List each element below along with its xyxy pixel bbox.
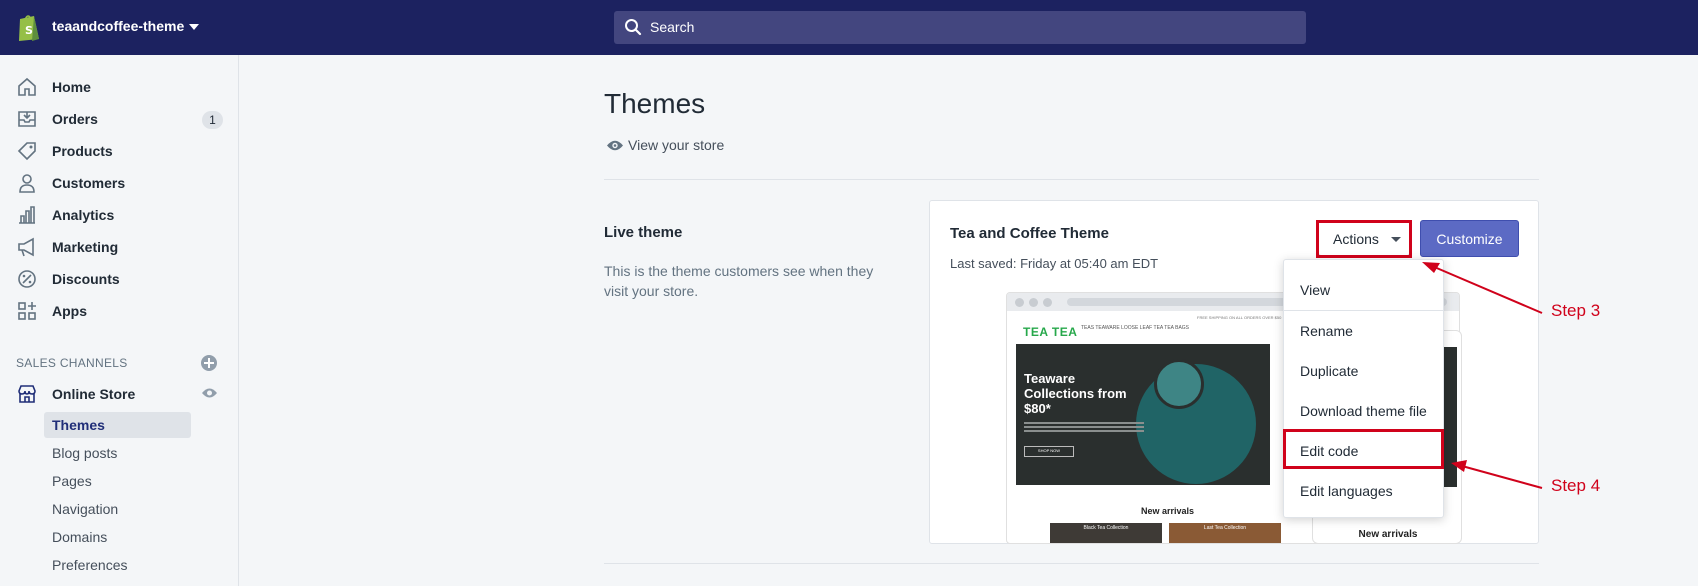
menu-item-label: Edit languages bbox=[1300, 483, 1393, 499]
sidebar-subitem-label: Navigation bbox=[52, 501, 119, 517]
tag-icon bbox=[17, 142, 36, 161]
chevron-down-icon[interactable] bbox=[189, 24, 199, 30]
sales-channels-title: SALES CHANNELS bbox=[16, 356, 128, 370]
page-title: Themes bbox=[604, 88, 706, 119]
menu-item-label: Download theme file bbox=[1300, 403, 1427, 419]
preview-thumb: Last Tea Collection bbox=[1169, 523, 1281, 543]
store-icon bbox=[18, 385, 36, 403]
sidebar-subitem-label: Preferences bbox=[52, 557, 128, 573]
step3-label: Step 3 bbox=[1551, 301, 1601, 320]
hero-title: Teaware Collections from $80* bbox=[1024, 371, 1127, 416]
menu-item-label: View bbox=[1300, 282, 1331, 298]
actions-dropdown: View Rename Duplicate Download theme fil… bbox=[1283, 259, 1444, 518]
menu-item-edit-languages[interactable]: Edit languages bbox=[1284, 471, 1443, 511]
theme-name: Tea and Coffee Theme bbox=[950, 225, 1109, 242]
sidebar-subitem-label: Themes bbox=[52, 417, 105, 433]
divider bbox=[604, 179, 1539, 180]
sidebar-item-home[interactable]: Home bbox=[0, 71, 239, 103]
theme-last-saved: Last saved: Friday at 05:40 am EDT bbox=[950, 256, 1159, 271]
hero-button: SHOP NOW bbox=[1024, 446, 1074, 457]
sidebar-item-label: Customers bbox=[52, 175, 126, 191]
search-icon bbox=[625, 19, 642, 36]
sidebar-item-label: Home bbox=[52, 79, 91, 95]
sidebar-subitem-navigation[interactable]: Navigation bbox=[44, 496, 191, 522]
sidebar-item-apps[interactable]: Apps bbox=[0, 295, 239, 327]
sidebar-item-label: Orders bbox=[52, 111, 98, 127]
customize-button[interactable]: Customize bbox=[1420, 220, 1519, 257]
menu-item-download-theme-file[interactable]: Download theme file bbox=[1284, 391, 1443, 431]
sidebar: Home Orders 1 Products Customers Analyti… bbox=[0, 55, 239, 586]
sidebar-item-orders[interactable]: Orders 1 bbox=[0, 103, 239, 135]
sidebar-subitem-label: Domains bbox=[52, 529, 108, 545]
preview-logo: TEA TEA bbox=[1023, 325, 1078, 339]
hero-subtitle bbox=[1024, 422, 1144, 432]
orders-badge: 1 bbox=[202, 111, 223, 129]
step4-highlight-box bbox=[1283, 429, 1444, 469]
menu-item-rename[interactable]: Rename bbox=[1284, 311, 1443, 351]
orders-icon bbox=[18, 111, 36, 127]
menu-item-duplicate[interactable]: Duplicate bbox=[1284, 351, 1443, 391]
view-store-label: View your store bbox=[628, 137, 725, 153]
shopify-logo-icon[interactable]: S bbox=[16, 12, 42, 42]
sidebar-item-label: Online Store bbox=[52, 386, 136, 402]
sidebar-item-label: Discounts bbox=[52, 271, 120, 287]
sidebar-item-customers[interactable]: Customers bbox=[0, 167, 239, 199]
preview-top-bar: FREE SHIPPING ON ALL ORDERS OVER $50 bbox=[1197, 315, 1282, 320]
sidebar-subitem-pages[interactable]: Pages bbox=[44, 468, 191, 494]
sidebar-subitem-domains[interactable]: Domains bbox=[44, 524, 191, 550]
sidebar-subitem-label: Pages bbox=[52, 473, 92, 489]
top-bar: S teaandcoffee-theme Search bbox=[0, 0, 1698, 55]
browser-dot bbox=[1029, 298, 1038, 307]
thumb-label: Black Tea Collection bbox=[1083, 525, 1129, 531]
sidebar-item-products[interactable]: Products bbox=[0, 135, 239, 167]
sidebar-subitem-label: Blog posts bbox=[52, 445, 118, 461]
menu-item-view[interactable]: View bbox=[1284, 270, 1443, 310]
mobile-new-arrivals: New arrivals bbox=[1358, 529, 1418, 540]
browser-dot bbox=[1015, 298, 1024, 307]
apps-icon bbox=[18, 302, 36, 320]
live-theme-description: This is the theme customers see when the… bbox=[604, 263, 874, 299]
sidebar-subitem-blog-posts[interactable]: Blog posts bbox=[44, 440, 191, 466]
sidebar-item-label: Products bbox=[52, 143, 113, 159]
sidebar-item-label: Marketing bbox=[52, 239, 119, 255]
thumb-label: Last Tea Collection bbox=[1203, 525, 1247, 531]
search-input[interactable]: Search bbox=[614, 11, 1306, 44]
step3-highlight-box bbox=[1316, 220, 1412, 258]
eye-icon bbox=[607, 140, 623, 151]
menu-item-label: Rename bbox=[1300, 323, 1353, 339]
megaphone-icon bbox=[18, 237, 34, 257]
divider bbox=[604, 563, 1539, 564]
browser-dot bbox=[1043, 298, 1052, 307]
sidebar-subitem-themes[interactable]: Themes bbox=[44, 412, 191, 438]
preview-thumb: Black Tea Collection bbox=[1050, 523, 1162, 543]
home-icon bbox=[18, 77, 36, 96]
sidebar-item-marketing[interactable]: Marketing bbox=[0, 231, 239, 263]
sidebar-subitem-preferences[interactable]: Preferences bbox=[44, 552, 191, 578]
menu-item-label: Duplicate bbox=[1300, 363, 1359, 379]
sidebar-item-analytics[interactable]: Analytics bbox=[0, 199, 239, 231]
preview-nav: TEAS TEAWARE LOOSE LEAF TEA TEA BAGS bbox=[1081, 325, 1190, 331]
eye-icon[interactable] bbox=[201, 387, 218, 399]
hero-image-cup bbox=[1154, 359, 1204, 409]
customize-label: Customize bbox=[1436, 231, 1503, 247]
hero-button-label: SHOP NOW bbox=[1037, 448, 1061, 453]
live-theme-title: Live theme bbox=[604, 224, 683, 241]
svg-text:S: S bbox=[25, 24, 33, 37]
search-placeholder: Search bbox=[650, 19, 695, 35]
sidebar-item-discounts[interactable]: Discounts bbox=[0, 263, 239, 295]
add-channel-icon[interactable] bbox=[201, 355, 217, 371]
analytics-icon bbox=[19, 206, 35, 224]
discount-icon bbox=[18, 270, 36, 288]
preview-hero: Teaware Collections from $80* SHOP NOW bbox=[1016, 344, 1270, 485]
sidebar-item-label: Analytics bbox=[52, 207, 115, 223]
step4-label: Step 4 bbox=[1551, 476, 1601, 495]
store-name[interactable]: teaandcoffee-theme bbox=[52, 18, 184, 34]
preview-new-arrivals: New arrivals bbox=[1141, 506, 1195, 516]
sidebar-item-label: Apps bbox=[52, 303, 87, 319]
person-icon bbox=[19, 174, 35, 193]
